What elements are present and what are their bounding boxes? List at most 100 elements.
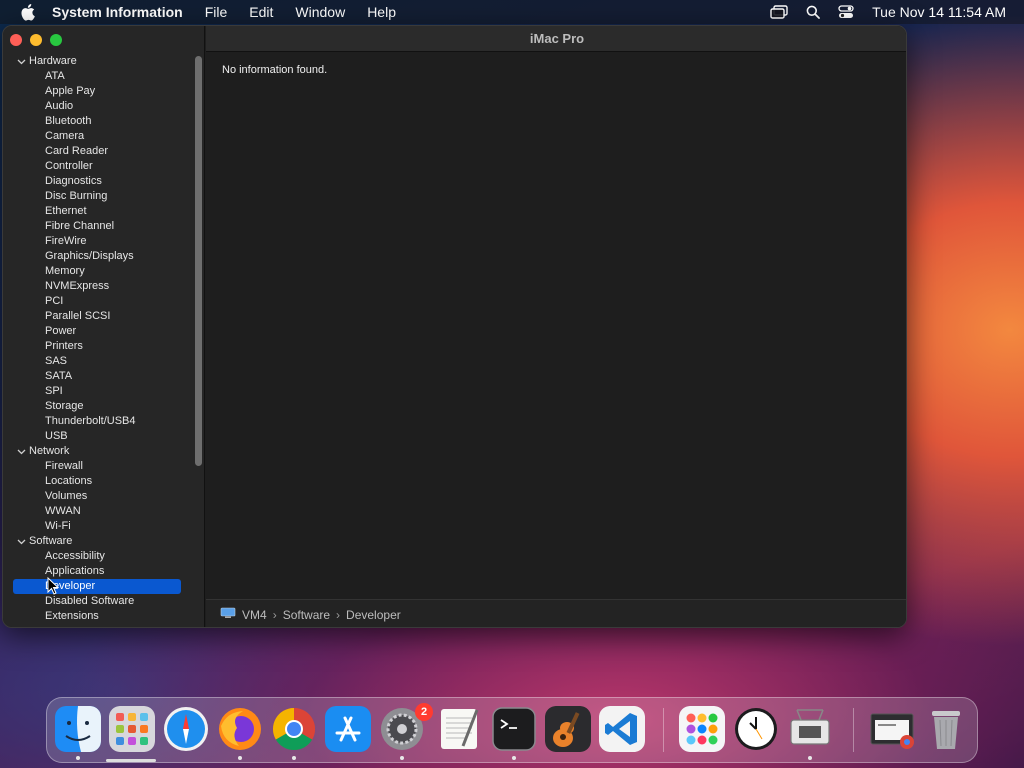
tree-item[interactable]: FireWire	[3, 234, 193, 249]
tree-item-selected[interactable]: Developer	[13, 579, 181, 594]
chrome-icon[interactable]	[271, 706, 317, 752]
spotlight-search-icon[interactable]	[806, 5, 821, 19]
tree-item[interactable]: Locations	[3, 474, 193, 489]
tree-item[interactable]: Graphics/Displays	[3, 249, 193, 264]
tree-item[interactable]: SATA	[3, 369, 193, 384]
tree-item[interactable]: Memory	[3, 264, 193, 279]
tree-item[interactable]: Disc Burning	[3, 189, 193, 204]
menubar-clock[interactable]: Tue Nov 14 11:54 AM	[872, 4, 1006, 20]
tree-item[interactable]: Volumes	[3, 489, 193, 504]
path-bar: VM4 › Software › Developer	[206, 599, 906, 627]
menu-edit[interactable]: Edit	[249, 4, 273, 20]
dock: 2	[46, 697, 978, 763]
finder-icon[interactable]	[55, 706, 101, 752]
tree-item[interactable]: Storage	[3, 399, 193, 414]
tree-item[interactable]: NVMExpress	[3, 279, 193, 294]
window-title: iMac Pro	[206, 26, 906, 52]
chevron-down-icon[interactable]	[16, 444, 26, 459]
running-indicator	[238, 756, 242, 760]
running-indicator	[292, 756, 296, 760]
dock-divider	[853, 708, 854, 752]
app-store-icon[interactable]	[325, 706, 371, 752]
running-indicator	[400, 756, 404, 760]
dock-launchpad-indicator	[106, 759, 156, 762]
tree-item[interactable]: USB	[3, 429, 193, 444]
tree-item[interactable]: Camera	[3, 129, 193, 144]
path-separator: ›	[336, 607, 341, 622]
dock-divider	[663, 708, 664, 752]
trash-icon[interactable]	[923, 706, 969, 752]
sidebar: Hardware ATA Apple Pay Audio Bluetooth C…	[3, 26, 205, 627]
tree-item[interactable]: SPI	[3, 384, 193, 399]
tree-item[interactable]: Extensions	[3, 609, 193, 624]
running-indicator	[512, 756, 516, 760]
tree-item[interactable]: Bluetooth	[3, 114, 193, 129]
tree-item[interactable]: PCI	[3, 294, 193, 309]
tree-item[interactable]: Disabled Software	[3, 594, 193, 609]
window-controls	[10, 34, 62, 46]
tree-group-software[interactable]: Software	[3, 534, 193, 549]
menu-help[interactable]: Help	[367, 4, 396, 20]
sidebar-scrollbar[interactable]	[195, 56, 202, 466]
path-separator: ›	[272, 607, 277, 622]
clock-icon[interactable]	[733, 706, 779, 752]
close-button[interactable]	[10, 34, 22, 46]
tree-item[interactable]: Fibre Channel	[3, 219, 193, 234]
garageband-icon[interactable]	[545, 706, 591, 752]
mouse-cursor-icon	[47, 576, 60, 600]
tree-item[interactable]: WWAN	[3, 504, 193, 519]
menu-file[interactable]: File	[205, 4, 228, 20]
firefox-icon[interactable]	[217, 706, 263, 752]
control-center-icon[interactable]	[838, 5, 854, 19]
tree-item[interactable]: Wi-Fi	[3, 519, 193, 534]
tree-item[interactable]: Controller	[3, 159, 193, 174]
tree-group-network[interactable]: Network	[3, 444, 193, 459]
downloads-stack-icon[interactable]	[869, 706, 915, 752]
tree-item[interactable]: Thunderbolt/USB4	[3, 414, 193, 429]
tree-item[interactable]: Parallel SCSI	[3, 309, 193, 324]
tree-item[interactable]: Accessibility	[3, 549, 193, 564]
safari-icon[interactable]	[163, 706, 209, 752]
path-segment-computer[interactable]: VM4	[242, 608, 267, 622]
system-information-icon[interactable]	[787, 706, 833, 752]
menu-bar: System Information File Edit Window Help…	[0, 0, 1024, 24]
computer-icon	[220, 607, 236, 622]
tree-item[interactable]: Applications	[3, 564, 193, 579]
category-tree: Hardware ATA Apple Pay Audio Bluetooth C…	[3, 54, 193, 627]
tree-item[interactable]: Diagnostics	[3, 174, 193, 189]
tree-item[interactable]: Printers	[3, 339, 193, 354]
menu-window[interactable]: Window	[295, 4, 345, 20]
chevron-down-icon[interactable]	[16, 54, 26, 69]
apps-grid-icon[interactable]	[679, 706, 725, 752]
textedit-icon[interactable]	[437, 706, 483, 752]
tree-group-label: Hardware	[29, 55, 77, 67]
tree-item[interactable]: Apple Pay	[3, 84, 193, 99]
chevron-down-icon[interactable]	[16, 534, 26, 549]
app-menu[interactable]: System Information	[52, 4, 183, 20]
launchpad-icon[interactable]	[109, 706, 155, 752]
minimize-button[interactable]	[30, 34, 42, 46]
path-segment-developer[interactable]: Developer	[346, 608, 401, 622]
tree-item[interactable]: Firewall	[3, 459, 193, 474]
window-switcher-icon[interactable]	[770, 5, 788, 19]
detail-pane: iMac Pro No information found. VM4 › Sof…	[206, 26, 906, 627]
tree-item[interactable]: Ethernet	[3, 204, 193, 219]
tree-group-hardware[interactable]: Hardware	[3, 54, 193, 69]
apple-menu-icon[interactable]	[18, 3, 36, 21]
path-segment-software[interactable]: Software	[283, 608, 330, 622]
tree-item[interactable]: Card Reader	[3, 144, 193, 159]
zoom-button[interactable]	[50, 34, 62, 46]
tree-item[interactable]: Power	[3, 324, 193, 339]
menubar-status-area: Tue Nov 14 11:54 AM	[770, 0, 1006, 24]
running-indicator	[808, 756, 812, 760]
running-indicator	[76, 756, 80, 760]
system-information-window: Hardware ATA Apple Pay Audio Bluetooth C…	[2, 25, 907, 628]
tree-group-label: Network	[29, 445, 70, 457]
tree-item[interactable]: Audio	[3, 99, 193, 114]
tree-item[interactable]: ATA	[3, 69, 193, 84]
terminal-icon[interactable]	[491, 706, 537, 752]
tree-item[interactable]: SAS	[3, 354, 193, 369]
vscode-icon[interactable]	[599, 706, 645, 752]
notification-badge: 2	[415, 703, 433, 721]
tree-group-label: Software	[29, 535, 73, 547]
